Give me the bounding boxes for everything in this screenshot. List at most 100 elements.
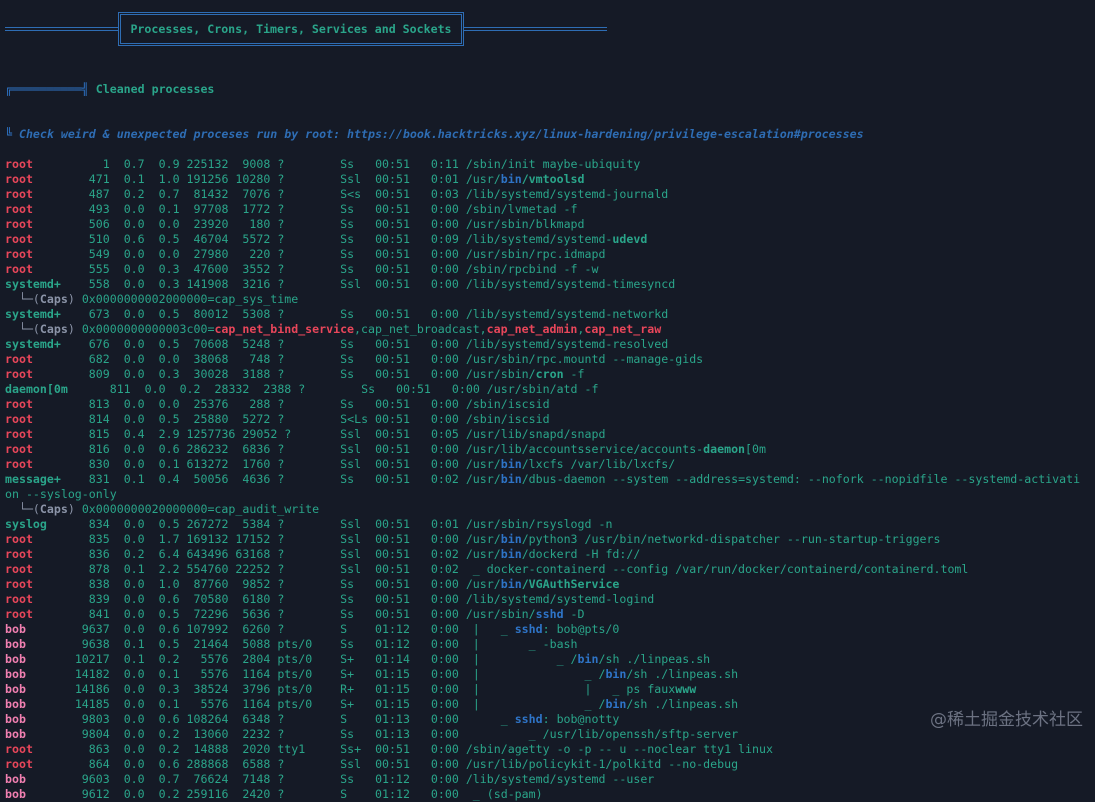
process-start: 00:51	[375, 187, 410, 201]
process-start: 00:51	[375, 247, 410, 261]
process-vsz: 5576	[200, 652, 229, 666]
process-rss: 6260	[242, 622, 271, 636]
process-row: root 487 0.2 0.7 81432 7076 ? S<s 00:51 …	[5, 187, 1087, 202]
process-mem: 0.6	[158, 712, 180, 726]
process-cpu: 0.0	[123, 352, 145, 366]
process-rss: 7148	[242, 772, 271, 786]
command-segment: /usr/	[465, 547, 501, 561]
process-time: 0:09	[430, 232, 459, 246]
process-tty: ?	[277, 457, 285, 471]
process-cpu: 0.0	[123, 442, 145, 456]
watermark: @稀土掘金技术社区	[930, 710, 1083, 730]
process-stat: Ssl	[340, 427, 362, 441]
capability-text: 0x0000000000003c00=	[81, 322, 215, 336]
process-vsz: 288868	[186, 757, 229, 771]
process-stat: Ssl	[340, 757, 362, 771]
process-stat: Ss	[340, 247, 355, 261]
command-segment: /sh ./linpeas.sh	[626, 697, 739, 711]
command-segment: /python3 /usr/bin/networkd-dispatcher --…	[521, 532, 941, 546]
process-stat: Ssl	[340, 547, 362, 561]
process-vsz: 25376	[193, 397, 229, 411]
process-row: root 493 0.0 0.1 97708 1772 ? Ss 00:51 0…	[5, 202, 1087, 217]
process-tty: tty1	[277, 742, 306, 756]
process-tty: ?	[277, 532, 285, 546]
process-mem: 0.5	[158, 232, 180, 246]
process-time: 0:00	[430, 532, 459, 546]
process-pid: 14182	[74, 667, 110, 681]
process-user: root	[5, 247, 33, 261]
command-segment: [0m	[745, 442, 766, 456]
process-user: systemd+	[5, 277, 61, 291]
process-stat: Ssl	[340, 172, 362, 186]
command-segment: /usr/sbin/	[465, 367, 536, 381]
process-pid: 809	[88, 367, 110, 381]
process-vsz: 27980	[193, 247, 229, 261]
process-mem: 0.6	[158, 622, 180, 636]
process-stat: S+	[340, 697, 355, 711]
process-pid: 506	[88, 217, 110, 231]
caps-label: Caps	[39, 292, 68, 306]
process-stat: Ss	[340, 772, 355, 786]
process-vsz: 5576	[200, 667, 229, 681]
process-time: 0:00	[430, 262, 459, 276]
process-mem: 0.9	[158, 157, 180, 171]
process-stat: S	[340, 787, 348, 801]
process-user: root	[5, 412, 33, 426]
process-rss: 6348	[242, 712, 271, 726]
process-pid: 830	[88, 457, 110, 471]
process-rss: 3796	[242, 682, 271, 696]
command-segment: /usr/sbin/	[465, 607, 536, 621]
process-row: root 838 0.0 1.0 87760 9852 ? Ss 00:51 0…	[5, 577, 1087, 592]
process-user: bob	[5, 772, 26, 786]
process-vsz: 38524	[193, 682, 229, 696]
process-tty: ?	[277, 577, 285, 591]
process-user: bob	[5, 787, 26, 801]
process-cpu: 0.0	[123, 607, 145, 621]
process-time: 0:00	[430, 727, 459, 741]
process-user: bob	[5, 652, 26, 666]
process-mem: 0.2	[158, 727, 180, 741]
process-rss: 3216	[242, 277, 271, 291]
process-stat: Ss+	[340, 742, 362, 756]
command-segment: daemon	[703, 442, 746, 456]
process-user: root	[5, 397, 33, 411]
command-segment: www	[675, 682, 697, 696]
command-segment: bin	[605, 697, 627, 711]
command-segment: /usr/lib/snapd/snapd	[465, 427, 606, 441]
box-corner-icon: ╔══════════╣	[5, 82, 96, 96]
process-pid: 815	[88, 427, 110, 441]
process-cpu: 0.1	[123, 637, 145, 651]
process-time: 0:00	[430, 352, 459, 366]
process-tty: ?	[277, 247, 285, 261]
process-row: root 815 0.4 2.9 1257736 29052 ? Ssl 00:…	[5, 427, 1087, 442]
process-rss: 288	[249, 397, 271, 411]
process-time: 0:00	[430, 652, 459, 666]
process-pid: 9603	[81, 772, 110, 786]
command-segment: sshd	[535, 607, 564, 621]
process-row: root 506 0.0 0.0 23920 180 ? Ss 00:51 0:…	[5, 217, 1087, 232]
command-segment: /lxcfs /var/lib/lxcfs/	[521, 457, 676, 471]
process-cpu: 0.6	[123, 232, 145, 246]
process-stat: Ssl	[340, 277, 362, 291]
process-pid: 682	[88, 352, 110, 366]
process-time: 0:00	[430, 367, 459, 381]
process-user: bob	[5, 637, 26, 651]
process-tty: ?	[284, 427, 292, 441]
command-segment: _ docker-containerd --config /var/run/do…	[465, 562, 969, 576]
process-cpu: 0.0	[123, 682, 145, 696]
process-pid: 471	[88, 172, 110, 186]
process-row: bob 9612 0.0 0.2 259116 2420 ? S 01:12 0…	[5, 787, 1087, 802]
process-vsz: 70580	[193, 592, 229, 606]
process-mem: 0.5	[158, 607, 180, 621]
process-stat: S	[340, 622, 348, 636]
command-segment: | _ /	[465, 652, 578, 666]
process-pid: 9637	[81, 622, 110, 636]
process-cpu: 0.0	[123, 337, 145, 351]
process-tty: ?	[277, 562, 285, 576]
process-mem: 0.6	[158, 592, 180, 606]
process-mem: 0.1	[158, 667, 180, 681]
command-segment: bin	[500, 472, 522, 486]
process-cpu: 0.0	[123, 757, 145, 771]
process-row: root 816 0.0 0.6 286232 6836 ? Ssl 00:51…	[5, 442, 1087, 457]
process-tty: ?	[277, 607, 285, 621]
